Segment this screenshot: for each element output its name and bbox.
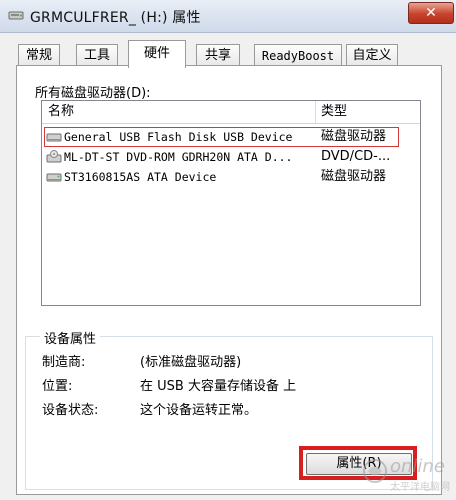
title-bar[interactable]: GRMCULFRER_ (H:) 属性 ✕ [0, 0, 456, 33]
device-status-label: 设备状态: [42, 403, 99, 418]
column-header-type[interactable]: 类型 [321, 101, 347, 123]
device-name: General USB Flash Disk USB Device [64, 130, 293, 144]
watermark-logo-icon [363, 459, 387, 483]
device-name: ST3160815AS ATA Device [64, 170, 217, 184]
tab-customize[interactable]: 自定义 [346, 44, 398, 67]
tab-readyboost[interactable]: ReadyBoost [254, 44, 342, 67]
device-properties-title: 设备属性 [40, 328, 101, 347]
device-name: ML-DT-ST DVD-ROM GDRH20N ATA D... [64, 150, 293, 164]
watermark-text: online [390, 456, 445, 477]
hardware-tab-panel: 所有磁盘驱动器(D): 名称 类型 General USB Flash Disk… [16, 65, 442, 495]
usb-disk-icon [46, 133, 62, 142]
device-type: DVD/CD-... [321, 149, 391, 164]
tab-hardware[interactable]: 硬件 [128, 40, 186, 68]
watermark-subtext: 太平洋电脑网 [390, 482, 450, 493]
manufacturer-value: (标准磁盘驱动器) [140, 355, 242, 370]
column-divider[interactable] [315, 101, 316, 123]
window-title: GRMCULFRER_ (H:) 属性 [30, 10, 201, 26]
properties-window: GRMCULFRER_ (H:) 属性 ✕ 常规 工具 硬件 共享 ReadyB… [0, 0, 456, 500]
location-value: 在 USB 大容量存储设备 上 [140, 379, 297, 394]
close-icon: ✕ [425, 5, 437, 21]
tab-general[interactable]: 常规 [18, 44, 60, 67]
device-row[interactable]: ST3160815AS ATA Device 磁盘驱动器 [42, 167, 418, 185]
site-watermark: online 太平洋电脑网 [360, 452, 452, 496]
column-header-name[interactable]: 名称 [48, 101, 74, 123]
disk-drive-list[interactable]: 名称 类型 General USB Flash Disk USB Device … [41, 100, 421, 306]
list-header: 名称 类型 [42, 101, 420, 124]
tab-strip: 常规 工具 硬件 共享 ReadyBoost 自定义 [0, 40, 456, 68]
device-row[interactable]: General USB Flash Disk USB Device 磁盘驱动器 [42, 127, 418, 147]
location-label: 位置: [42, 379, 73, 394]
close-button[interactable]: ✕ [408, 2, 454, 24]
optical-drive-icon [46, 150, 62, 163]
tab-sharing[interactable]: 共享 [196, 44, 240, 67]
device-row[interactable]: ML-DT-ST DVD-ROM GDRH20N ATA D... DVD/CD… [42, 147, 418, 165]
manufacturer-label: 制造商: [42, 355, 86, 370]
all-disk-drives-label: 所有磁盘驱动器(D): [35, 86, 151, 101]
hard-disk-icon [46, 173, 62, 182]
device-status-value: 这个设备运转正常。 [140, 403, 258, 418]
device-type: 磁盘驱动器 [321, 129, 387, 144]
usb-drive-icon [8, 11, 24, 20]
tab-tools[interactable]: 工具 [76, 44, 118, 67]
device-type: 磁盘驱动器 [321, 169, 387, 184]
